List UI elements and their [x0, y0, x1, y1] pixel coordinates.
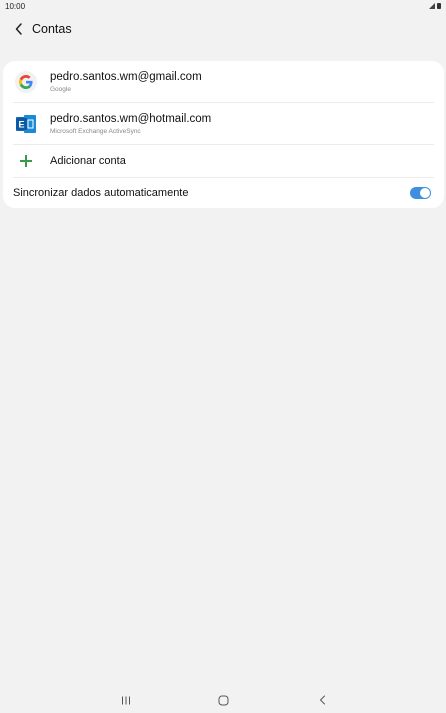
- account-row-google[interactable]: pedro.santos.wm@gmail.com Google: [3, 61, 444, 102]
- home-icon: [218, 695, 228, 705]
- accounts-card: pedro.santos.wm@gmail.com Google E pedro…: [3, 61, 444, 208]
- svg-text:E: E: [18, 119, 24, 129]
- account-provider: Google: [50, 85, 71, 93]
- account-text: pedro.santos.wm@hotmail.com Microsoft Ex…: [50, 112, 211, 136]
- exchange-icon: E: [16, 114, 36, 133]
- status-icons: [429, 3, 441, 9]
- chevron-left-icon: [15, 23, 22, 35]
- home-button[interactable]: [215, 693, 231, 707]
- sync-label: Sincronizar dados automaticamente: [13, 187, 189, 199]
- account-icon-wrap: E: [15, 113, 37, 135]
- account-provider: Microsoft Exchange ActiveSync: [50, 127, 141, 135]
- account-icon-wrap: [15, 70, 37, 93]
- account-row-exchange[interactable]: E pedro.santos.wm@hotmail.com Microsoft …: [3, 103, 444, 144]
- account-email: pedro.santos.wm@gmail.com: [50, 70, 202, 83]
- toggle-knob: [420, 188, 430, 198]
- sync-toggle[interactable]: [410, 187, 431, 199]
- add-account-button[interactable]: Adicionar conta: [3, 145, 444, 177]
- battery-icon: [437, 3, 441, 9]
- plus-icon: [19, 154, 33, 168]
- back-icon: [319, 695, 325, 705]
- google-icon: [15, 70, 37, 93]
- add-icon-wrap: [15, 150, 37, 172]
- header: Contas: [0, 19, 446, 39]
- nav-back-button[interactable]: [314, 693, 330, 707]
- account-email: pedro.santos.wm@hotmail.com: [50, 112, 212, 125]
- page-title: Contas: [32, 22, 72, 36]
- status-bar: 10:00: [0, 0, 446, 12]
- signal-icon: [429, 3, 435, 9]
- status-time: 10:00: [5, 1, 26, 11]
- sync-row[interactable]: Sincronizar dados automaticamente: [3, 178, 444, 208]
- add-account-label: Adicionar conta: [50, 155, 126, 167]
- back-button[interactable]: [11, 19, 27, 39]
- account-text: pedro.santos.wm@gmail.com Google: [50, 70, 202, 94]
- recents-button[interactable]: [118, 693, 134, 707]
- recents-icon: [122, 696, 130, 704]
- navigation-bar: [0, 687, 446, 713]
